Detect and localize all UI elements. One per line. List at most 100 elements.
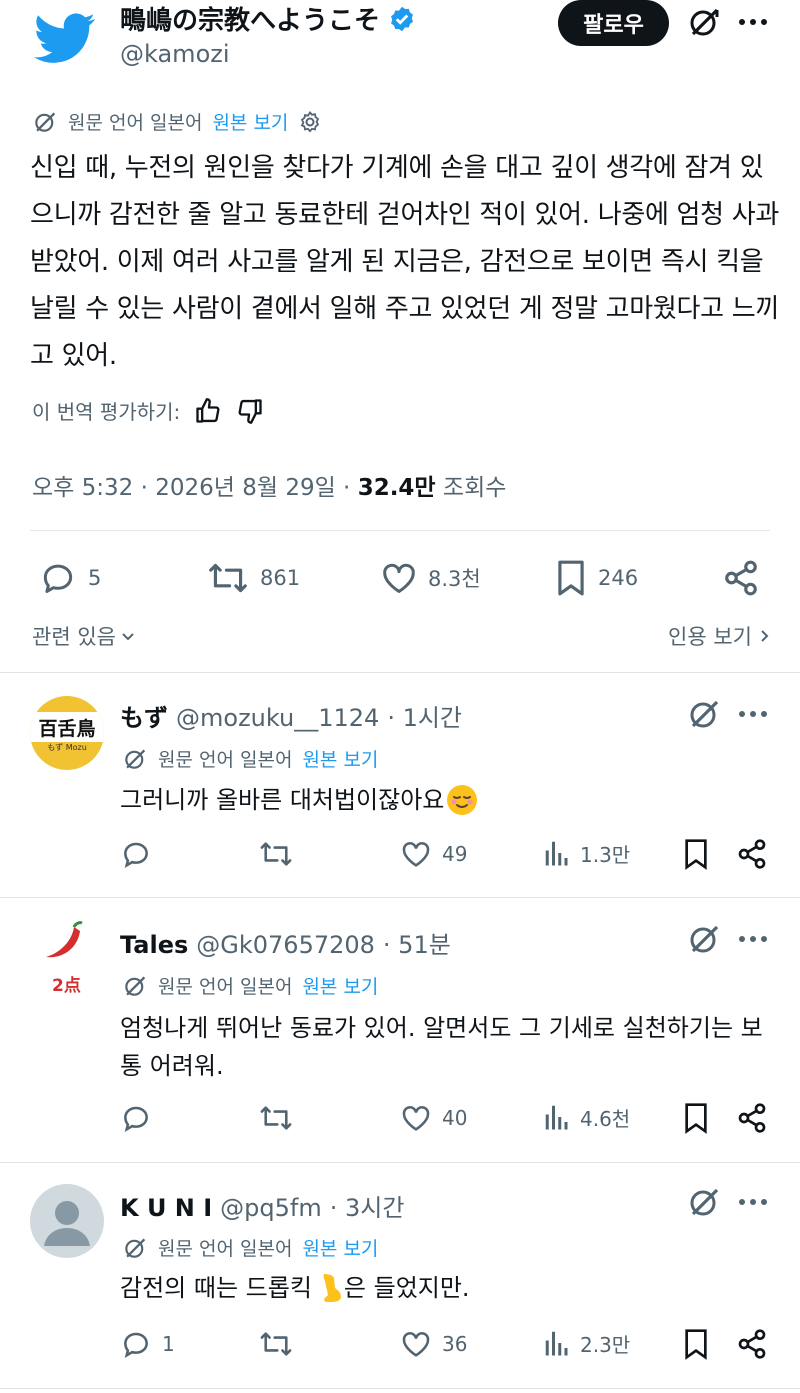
reply-icon (38, 559, 78, 597)
grok-icon[interactable] (686, 921, 722, 957)
view-count: 32.4만 (357, 475, 436, 501)
repost-button[interactable] (258, 1102, 304, 1134)
reply-count: 1 (162, 1332, 175, 1356)
display-name-text[interactable]: 鴫嶋の宗教へようこそ (120, 0, 380, 37)
avatar[interactable] (30, 1184, 104, 1258)
view-original-link[interactable]: 원본 보기 (302, 745, 378, 772)
repost-icon (258, 1328, 294, 1360)
grok-icon[interactable] (686, 1184, 722, 1220)
reply-item[interactable]: 百舌鳥 もず Mozu もず @mozuku__1124 · 1시간 원문 언어… (0, 672, 800, 897)
share-button[interactable] (722, 559, 760, 597)
reply-button[interactable] (120, 1102, 162, 1134)
views-button[interactable]: 4.6천 (542, 1102, 630, 1132)
reply-text-content: 그러니까 올바른 대처법이잖아요 (120, 786, 445, 814)
reply-author-name[interactable]: もず (120, 698, 168, 733)
translate-grok-icon (122, 973, 148, 999)
view-original-link[interactable]: 원본 보기 (302, 1234, 378, 1261)
grok-icon[interactable] (686, 696, 722, 732)
reply-text: 감전의 때는 드롭킥 은 들었지만. (120, 1270, 770, 1306)
reply-button[interactable] (120, 838, 162, 870)
tweet-timestamp[interactable]: 오후 5:32 · 2026년 8월 29일 · (32, 475, 358, 501)
share-button[interactable] (736, 1102, 768, 1134)
repost-button[interactable]: 861 (206, 559, 300, 597)
view-original-link[interactable]: 원본 보기 (212, 108, 288, 135)
view-count: 2.3만 (580, 1332, 631, 1357)
reply-button[interactable]: 1 (120, 1328, 175, 1360)
grok-icon[interactable] (686, 4, 722, 40)
like-button[interactable]: 36 (400, 1328, 467, 1360)
translate-grok-icon (122, 1235, 148, 1261)
reply-header: もず @mozuku__1124 · 1시간 (120, 698, 462, 733)
like-count: 49 (442, 842, 468, 866)
views-button[interactable]: 1.3만 (542, 838, 630, 868)
reply-author-handle[interactable]: @pq5fm (220, 1194, 322, 1222)
share-button[interactable] (736, 838, 768, 870)
view-quotes-link[interactable]: 인용 보기 (668, 621, 772, 651)
reply-actions: 40 4.6천 (0, 1102, 800, 1142)
avatar[interactable]: 百舌鳥 もず Mozu (30, 696, 104, 770)
reply-author-name[interactable]: Tales (120, 931, 188, 959)
share-button[interactable] (736, 1328, 768, 1360)
reply-header: Tales @Gk07657208 · 51분 (120, 925, 451, 960)
reply-author-name[interactable]: K U N I (120, 1194, 212, 1222)
bookmark-count: 246 (598, 566, 639, 590)
display-name[interactable]: 鴫嶋の宗教へようこそ (120, 0, 416, 37)
heart-icon (380, 559, 418, 597)
avatar[interactable]: 2点 (30, 917, 104, 997)
chili-pepper-icon (46, 921, 83, 958)
avatar-sign-text: 百舌鳥 (30, 712, 104, 742)
thumbs-down-icon[interactable] (236, 397, 264, 425)
original-language-label: 원문 언어 일본어 (158, 976, 293, 998)
reply-text: 그러니까 올바른 대처법이잖아요 (120, 782, 770, 818)
like-button[interactable]: 49 (400, 838, 467, 870)
verified-badge-icon (388, 5, 416, 33)
reply-item[interactable]: 2点 Tales @Gk07657208 · 51분 원문 언어 일본어 원본 … (0, 897, 800, 1162)
more-options-icon[interactable] (736, 925, 770, 953)
bookmark-button[interactable] (682, 1328, 710, 1360)
analytics-bar-icon (542, 1328, 570, 1358)
reply-button[interactable]: 5 (38, 559, 101, 597)
more-options-icon[interactable] (736, 8, 770, 36)
related-dropdown[interactable]: 관련 있음 (32, 621, 136, 651)
like-button[interactable]: 40 (400, 1102, 467, 1134)
like-count: 40 (442, 1106, 468, 1130)
share-icon (722, 559, 760, 597)
more-options-icon[interactable] (736, 700, 770, 728)
more-options-icon[interactable] (736, 1188, 770, 1216)
reply-time[interactable]: · 1시간 (387, 698, 462, 733)
bookmark-icon (682, 1328, 710, 1360)
user-handle[interactable]: @kamozi (120, 40, 230, 68)
follow-button[interactable]: 팔로우 (558, 0, 669, 46)
relieved-face-emoji-icon (446, 784, 478, 816)
analytics-bar-icon (542, 838, 570, 868)
repost-icon (258, 838, 294, 870)
like-count: 36 (442, 1332, 468, 1356)
reply-item[interactable]: K U N I @pq5fm · 3시간 원문 언어 일본어 원본 보기 감전의… (0, 1162, 800, 1393)
bookmark-button[interactable] (682, 1102, 710, 1134)
rate-translation: 이 번역 평가하기: (32, 396, 264, 425)
bookmark-button[interactable]: 246 (554, 559, 638, 597)
repost-button[interactable] (258, 1328, 304, 1360)
original-language-label: 원문 언어 일본어 (68, 112, 203, 134)
reply-author-handle[interactable]: @Gk07657208 (196, 931, 375, 959)
views-button[interactable]: 2.3만 (542, 1328, 630, 1358)
reply-time[interactable]: · 3시간 (330, 1188, 405, 1223)
related-label: 관련 있음 (32, 625, 116, 649)
translation-settings-gear-icon[interactable] (298, 110, 322, 134)
view-original-link[interactable]: 원본 보기 (302, 972, 378, 999)
reply-count: 5 (88, 566, 102, 590)
reply-text-after: 은 들었지만. (343, 1274, 470, 1302)
translation-info: 원문 언어 일본어 원본 보기 (122, 745, 378, 772)
twitter-bird-icon[interactable] (34, 6, 96, 68)
view-quotes-label: 인용 보기 (668, 625, 752, 649)
bookmark-icon (682, 838, 710, 870)
chevron-right-icon (761, 630, 769, 642)
repost-button[interactable] (258, 838, 304, 870)
reply-icon (120, 838, 152, 870)
reply-text: 엄청나게 뛰어난 동료가 있어. 알면서도 그 기세로 실천하기는 보통 어려워… (120, 1014, 763, 1080)
reply-author-handle[interactable]: @mozuku__1124 (176, 704, 379, 732)
like-button[interactable]: 8.3천 (380, 559, 481, 597)
reply-time[interactable]: · 51분 (383, 925, 451, 960)
bookmark-button[interactable] (682, 838, 710, 870)
thumbs-up-icon[interactable] (194, 397, 222, 425)
